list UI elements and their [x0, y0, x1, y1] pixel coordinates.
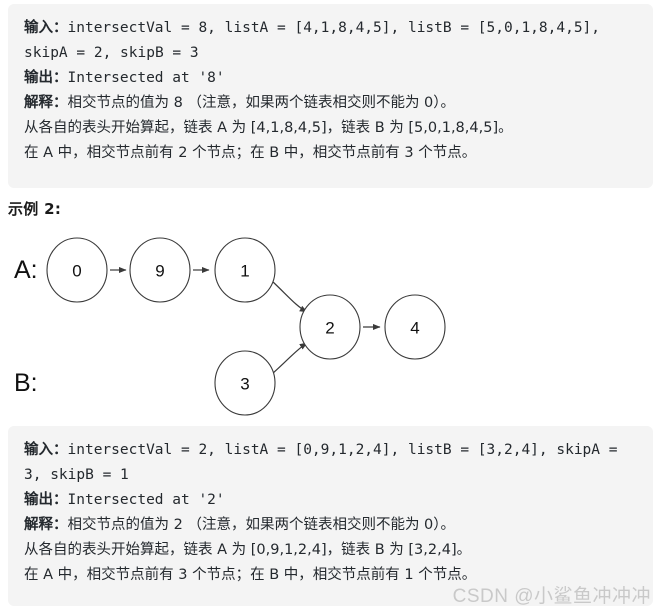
list-b-label: B: — [14, 369, 38, 397]
explain-value-2b: 相交节点的值为 2 （注意，如果两个链表相交则不能为 0）。 — [67, 517, 456, 533]
diagram-node-a2: 1 — [214, 237, 276, 303]
input-value-2: intersectVal = 2, listA = [0,9,1,2,4], l… — [24, 442, 627, 483]
example-2-block: 输入：intersectVal = 2, listA = [0,9,1,2,4]… — [8, 426, 653, 606]
diagram-node-c1: 4 — [384, 294, 446, 360]
output-value: Intersected at '8' — [67, 70, 225, 86]
example-2-heading: 示例 2: — [8, 200, 62, 218]
diagram-node-c0: 2 — [299, 294, 361, 360]
linked-list-diagram: 0 9 1 2 4 3 A: B: — [0, 226, 661, 422]
list-a-label: A: — [14, 256, 38, 284]
diagram-edge-b0-to-c0 — [271, 342, 308, 375]
example-1-line-explain-2: 从各自的表头开始算起，链表 A 为 [4,1,8,4,5]，链表 B 为 [5,… — [24, 116, 637, 141]
diagram-node-b0: 3 — [214, 350, 276, 416]
diagram-node-a1: 9 — [129, 237, 191, 303]
explain-value-2c: 从各自的表头开始算起，链表 A 为 [0,9,1,2,4]，链表 B 为 [3,… — [24, 542, 472, 558]
output-value-2: Intersected at '2' — [67, 492, 225, 508]
explain-value-3: 在 A 中，相交节点前有 2 个节点；在 B 中，相交节点前有 3 个节点。 — [24, 145, 477, 161]
example-2-line-output: 输出：Intersected at '2' — [24, 488, 637, 513]
input-label: 输入： — [24, 20, 68, 36]
explain-value: 相交节点的值为 8 （注意，如果两个链表相交则不能为 0）。 — [67, 95, 456, 111]
output-label: 输出： — [24, 70, 68, 86]
node-value: 3 — [240, 375, 249, 394]
example-1-line-output: 输出：Intersected at '8' — [24, 66, 637, 91]
explain-label-2: 解释： — [24, 517, 68, 533]
diagram-edge-a2-to-c0 — [271, 280, 308, 313]
diagram-node-a0: 0 — [46, 237, 108, 303]
input-label-2: 输入： — [24, 442, 68, 458]
example-2-line-input: 输入：intersectVal = 2, listA = [0,9,1,2,4]… — [24, 438, 637, 488]
node-value: 0 — [72, 262, 81, 281]
example-2-line-explain: 解释：相交节点的值为 2 （注意，如果两个链表相交则不能为 0）。 — [24, 513, 637, 538]
example-2-line-explain-3: 在 A 中，相交节点前有 3 个节点；在 B 中，相交节点前有 1 个节点。 — [24, 563, 637, 588]
node-value: 2 — [325, 319, 334, 338]
example-1-block: 输入：intersectVal = 8, listA = [4,1,8,4,5]… — [8, 4, 653, 188]
node-value: 9 — [155, 262, 164, 281]
node-value: 1 — [240, 262, 249, 281]
explain-label: 解释： — [24, 95, 68, 111]
diagram-nodes: 0 9 1 2 4 3 — [46, 237, 446, 416]
example-1-line-input: 输入：intersectVal = 8, listA = [4,1,8,4,5]… — [24, 16, 637, 66]
example-2-line-explain-2: 从各自的表头开始算起，链表 A 为 [0,9,1,2,4]，链表 B 为 [3,… — [24, 538, 637, 563]
example-1-line-explain: 解释：相交节点的值为 8 （注意，如果两个链表相交则不能为 0）。 — [24, 91, 637, 116]
explain-value-2: 从各自的表头开始算起，链表 A 为 [4,1,8,4,5]，链表 B 为 [5,… — [24, 120, 513, 136]
node-value: 4 — [410, 319, 419, 338]
output-label-2: 输出： — [24, 492, 68, 508]
input-value: intersectVal = 8, listA = [4,1,8,4,5], l… — [24, 20, 609, 61]
explain-value-2d: 在 A 中，相交节点前有 3 个节点；在 B 中，相交节点前有 1 个节点。 — [24, 567, 477, 583]
example-1-line-explain-3: 在 A 中，相交节点前有 2 个节点；在 B 中，相交节点前有 3 个节点。 — [24, 141, 637, 166]
